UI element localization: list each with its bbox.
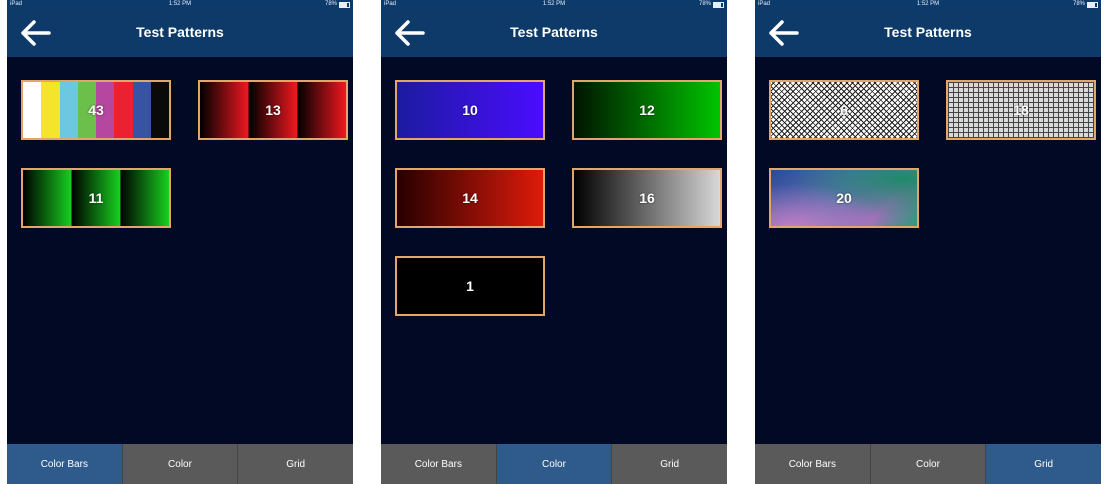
tab-color-bars[interactable]: Color Bars (381, 444, 497, 484)
tab-color-bars[interactable]: Color Bars (755, 444, 871, 484)
status-time: 1:52 PM (916, 1, 940, 7)
battery-icon (713, 1, 724, 8)
pattern-tile-12[interactable]: 12 (572, 80, 722, 140)
page-title: Test Patterns (136, 24, 224, 40)
page-title: Test Patterns (510, 24, 598, 40)
page-title: Test Patterns (884, 24, 972, 40)
nav-bar: Test Patterns (755, 9, 1101, 57)
status-time: 1:52 PM (542, 1, 566, 7)
pattern-tile-11[interactable]: 11 (21, 168, 171, 228)
tab-color[interactable]: Color (870, 444, 987, 484)
pattern-number: 18 (1013, 102, 1029, 118)
pattern-tile-6[interactable]: 6 (769, 80, 919, 140)
battery-percent: 78% (698, 1, 711, 7)
pattern-tile-16[interactable]: 16 (572, 168, 722, 228)
battery-icon (339, 1, 350, 8)
nav-bar: Test Patterns (7, 9, 353, 57)
tab-grid[interactable]: Grid (238, 444, 353, 484)
status-right: 78% (699, 0, 724, 9)
pattern-number: 11 (88, 190, 104, 206)
pattern-tile-13[interactable]: 13 (198, 80, 348, 140)
status-time: 1:52 PM (168, 1, 192, 7)
ipad-screen-color-bars: iPad 1:52 PM 78% Test Patterns 43 13 11 (7, 0, 353, 484)
pattern-number: 12 (639, 102, 655, 118)
tab-bar: Color Bars Color Grid (381, 444, 727, 484)
battery-percent: 78% (324, 1, 337, 7)
status-right: 78% (325, 0, 350, 9)
status-right: 78% (1073, 0, 1098, 9)
pattern-tile-43[interactable]: 43 (21, 80, 171, 140)
tab-color-bars[interactable]: Color Bars (7, 444, 123, 484)
pattern-tile-10[interactable]: 10 (395, 80, 545, 140)
pattern-number: 6 (840, 102, 848, 118)
status-bar: iPad 1:52 PM 78% (755, 0, 1101, 9)
tab-color[interactable]: Color (122, 444, 239, 484)
status-bar: iPad 1:52 PM 78% (7, 0, 353, 9)
pattern-number: 13 (265, 102, 281, 118)
pattern-tile-18[interactable]: 18 (946, 80, 1096, 140)
pattern-number: 43 (88, 102, 104, 118)
tab-bar: Color Bars Color Grid (7, 444, 353, 484)
tab-grid[interactable]: Grid (612, 444, 727, 484)
pattern-number: 20 (836, 190, 852, 206)
pattern-number: 14 (462, 190, 478, 206)
pattern-number: 16 (639, 190, 655, 206)
pattern-number: 10 (462, 102, 478, 118)
pattern-tile-14[interactable]: 14 (395, 168, 545, 228)
battery-icon (1087, 1, 1098, 8)
pattern-tile-1[interactable]: 1 (395, 256, 545, 316)
tab-bar: Color Bars Color Grid (755, 444, 1101, 484)
battery-percent: 78% (1072, 1, 1085, 7)
tab-grid[interactable]: Grid (986, 444, 1101, 484)
tab-color[interactable]: Color (496, 444, 613, 484)
pattern-tile-20[interactable]: 20 (769, 168, 919, 228)
status-bar: iPad 1:52 PM 78% (381, 0, 727, 9)
ipad-screen-grid: iPad 1:52 PM 78% Test Patterns 6 18 20 C… (755, 0, 1101, 484)
pattern-number: 1 (466, 278, 474, 294)
ipad-screen-color: iPad 1:52 PM 78% Test Patterns 10 12 14 … (381, 0, 727, 484)
nav-bar: Test Patterns (381, 9, 727, 57)
